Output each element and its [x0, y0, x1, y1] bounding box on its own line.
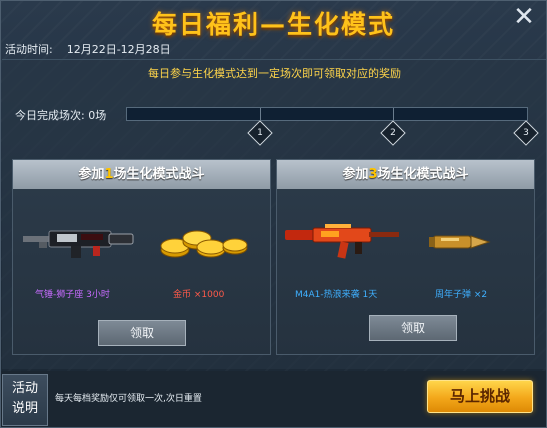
- rifle-icon: [285, 224, 399, 259]
- activity-time-date: 12月22日-12月28日: [66, 43, 171, 56]
- bullet-icon: [429, 235, 491, 249]
- card-header: 参加1场生化模式战斗: [13, 160, 270, 189]
- close-icon[interactable]: ✕: [510, 3, 538, 31]
- progress-tick: [393, 108, 394, 120]
- footer-note: 每天每档奖励仅可领取一次,次日重置: [55, 394, 202, 404]
- card-header: 参加3场生化模式战斗: [277, 160, 534, 189]
- claim-button[interactable]: 领取: [369, 315, 457, 341]
- event-window: 每日福利—生化模式 ✕ 活动时间: 12月22日-12月28日 每日参与生化模式达…: [0, 0, 547, 428]
- challenge-button[interactable]: 马上挑战: [427, 380, 533, 413]
- gun-icon: [23, 230, 134, 258]
- activity-help-button[interactable]: 活动 说明: [2, 374, 48, 426]
- reward-item-label: 周年子弹 ×2: [435, 290, 488, 300]
- activity-time: 活动时间: 12月22日-12月28日: [5, 41, 171, 57]
- help-line-2: 说明: [11, 401, 38, 416]
- gold-coins-icon: [160, 230, 248, 258]
- help-line-1: 活动: [11, 381, 38, 396]
- claim-button[interactable]: 领取: [98, 320, 186, 346]
- window-title: 每日福利—生化模式: [151, 10, 395, 39]
- reward-card-2: 参加3场生化模式战斗 M4A1-热浪来袭 1天 周年子弹 ×2 领取: [276, 159, 535, 355]
- progress-label: 今日完成场次: 0场: [15, 109, 107, 122]
- reward-item-label: M4A1-热浪来袭 1天: [295, 290, 378, 300]
- progress-bar: [126, 107, 528, 121]
- reward-card-1: 参加1场生化模式战斗 气锤-狮子座 3小时 金币 ×1000 领取: [12, 159, 271, 355]
- reward-notice: 每日参与生化模式达到一定场次即可领取对应的奖励: [148, 67, 401, 80]
- reward-item-label: 金币 ×1000: [173, 290, 225, 300]
- reward-item-label: 气锤-狮子座 3小时: [35, 290, 110, 300]
- progress-tick: [260, 108, 261, 120]
- activity-time-label: 活动时间:: [5, 43, 53, 56]
